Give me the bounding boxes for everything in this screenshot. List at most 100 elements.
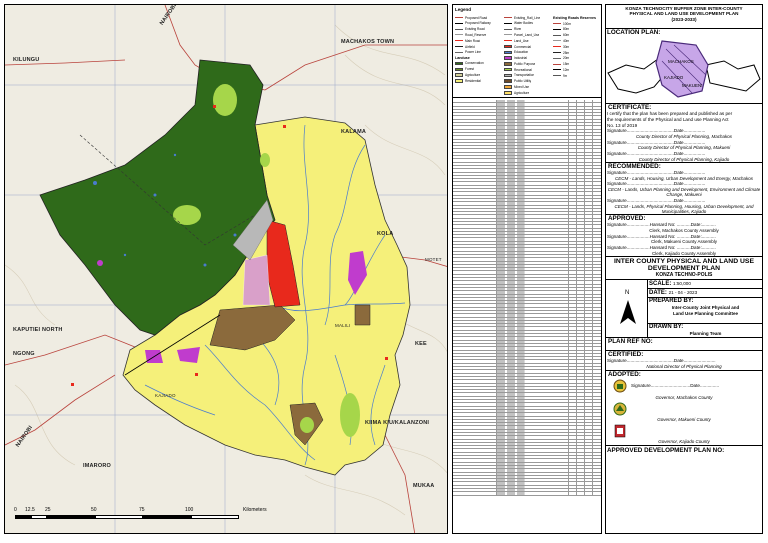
place-kola: KOLA <box>377 231 394 237</box>
plan-title: DEVELOPMENT PLAN <box>647 265 721 273</box>
north-arrow: N <box>608 280 648 339</box>
table-cell <box>497 330 525 334</box>
table-cell <box>453 419 497 423</box>
table-cell <box>577 357 585 360</box>
table-cell <box>569 479 577 482</box>
table-cell <box>585 314 593 317</box>
table-cell <box>497 175 525 179</box>
plan-ref-label: PLAN REF NO: <box>608 338 653 346</box>
legend-swatch <box>455 28 463 30</box>
table-cell <box>453 179 497 182</box>
table-cell <box>453 297 497 301</box>
table-cell <box>497 123 525 126</box>
scale-value: 1:50,000 <box>673 281 691 287</box>
table-cell <box>577 258 585 261</box>
legend-item: 9m <box>553 73 600 78</box>
location-plan: LOCATION PLAN: MACHAKOS MAKUENI KAJIADO <box>606 29 762 104</box>
place-mukaa: MUKAA <box>413 483 435 489</box>
table-cell <box>585 393 593 396</box>
table-cell <box>525 376 569 380</box>
table-cell <box>577 400 585 403</box>
table-cell <box>497 462 525 465</box>
table-cell <box>569 119 577 123</box>
table-cell <box>577 489 585 492</box>
table-cell <box>569 205 577 208</box>
place-motet: MOTET <box>425 257 442 262</box>
table-cell <box>525 284 569 287</box>
table-cell <box>497 235 525 238</box>
table-cell <box>453 254 497 258</box>
legend-label: Public Purpose <box>514 61 536 66</box>
table-cell <box>525 403 569 406</box>
scale-tick: 75 <box>139 507 145 513</box>
table-cell <box>569 297 577 301</box>
legend-label: Education <box>514 50 529 55</box>
legend-label: River <box>514 27 522 32</box>
table-cell <box>453 156 497 159</box>
table-cell <box>525 159 569 162</box>
table-cell <box>569 307 577 310</box>
table-cell <box>585 367 593 370</box>
legend-item: Land_Use <box>504 38 551 43</box>
table-cell <box>569 485 577 489</box>
table-cell <box>585 123 593 126</box>
table-cell <box>497 419 525 423</box>
plan-ref-section: PLAN REF NO: <box>606 338 762 352</box>
table-cell <box>585 301 593 304</box>
legend-label: 20m <box>563 56 570 61</box>
table-cell <box>453 113 497 116</box>
table-row <box>453 492 601 496</box>
table-cell <box>577 245 585 248</box>
table-cell <box>585 406 593 409</box>
scale-tick: 0 <box>14 507 17 513</box>
table-cell <box>497 205 525 208</box>
table-cell <box>569 142 577 146</box>
table-cell <box>569 159 577 162</box>
legend-item: Recreational <box>504 67 551 72</box>
table-cell <box>585 423 593 426</box>
table-cell <box>525 413 569 416</box>
table-cell <box>453 330 497 334</box>
legend-column-2: Existing_Rail_Line Water Bodies River Parce… <box>504 15 551 96</box>
table-cell <box>497 106 525 109</box>
table-cell <box>569 413 577 416</box>
table-cell <box>569 314 577 317</box>
table-cell <box>525 245 569 248</box>
land-use-map[interactable] <box>5 5 448 534</box>
table-cell <box>525 228 569 231</box>
table-cell <box>453 245 497 248</box>
table-cell <box>569 426 577 429</box>
legend-swatch <box>455 34 463 36</box>
table-cell <box>585 413 593 416</box>
table-cell <box>577 251 585 254</box>
legend-item: Conservation <box>455 61 502 66</box>
table-cell <box>569 442 577 446</box>
map-frame[interactable]: NAIROBI MACHAKOS TOWN KILUNGU KAPUTIEI N… <box>4 4 448 534</box>
table-cell <box>569 274 577 278</box>
table-cell <box>569 482 577 485</box>
table-cell <box>585 103 593 106</box>
table-cell <box>525 380 569 383</box>
legend-swatch <box>553 23 561 25</box>
table-cell <box>453 165 497 169</box>
table-cell <box>569 129 577 132</box>
table-cell <box>525 189 569 192</box>
table-cell <box>525 334 569 337</box>
table-cell <box>585 334 593 337</box>
table-cell <box>525 396 569 400</box>
table-cell <box>497 390 525 393</box>
legend-swatch <box>455 73 463 77</box>
table-cell <box>577 380 585 383</box>
date-value: 21 - 04 - 2023 <box>668 290 698 296</box>
table-cell <box>453 442 497 446</box>
table-cell <box>569 238 577 241</box>
north-letter: N <box>625 290 630 297</box>
table-cell <box>577 152 585 156</box>
legend-item: Road_Reserve <box>455 32 502 37</box>
table-cell <box>569 172 577 175</box>
table-cell <box>525 479 569 482</box>
table-cell <box>577 376 585 380</box>
table-cell <box>525 109 569 113</box>
table-cell <box>453 367 497 370</box>
prepared-row: PREPARED BY: Inter-County Joint Physical… <box>648 298 762 325</box>
